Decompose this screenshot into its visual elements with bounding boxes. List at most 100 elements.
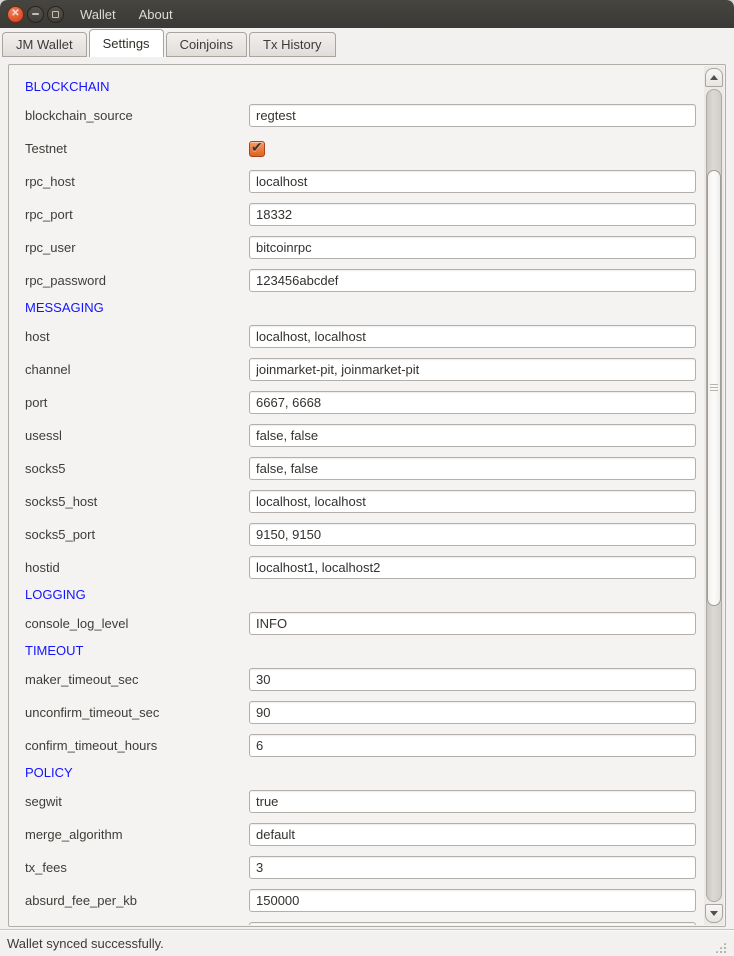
settings-row: socks5 (25, 452, 696, 485)
field-label: hostid (25, 560, 249, 575)
settings-row: tx_fees (25, 851, 696, 884)
rpc-port-input[interactable] (249, 203, 696, 226)
scroll-down-button[interactable] (705, 904, 723, 923)
minimize-button[interactable] (27, 6, 44, 23)
status-bar: Wallet synced successfully. (0, 929, 734, 956)
settings-row: maker_timeout_sec (25, 663, 696, 696)
menubar: Wallet About (80, 7, 173, 22)
field-label: socks5 (25, 461, 249, 476)
field-label: tx_fees (25, 860, 249, 875)
settings-form: BLOCKCHAIN blockchain_source Testnet✔ rpc_h… (10, 66, 704, 925)
field-label: merge_algorithm (25, 827, 249, 842)
socks5-host-input[interactable] (249, 490, 696, 513)
app-window: ✕ Wallet About JM WalletSettingsCoinjoins… (0, 0, 734, 956)
blockchain-source-input[interactable] (249, 104, 696, 127)
settings-row: rpc_port (25, 198, 696, 231)
section-title-timeout: TIMEOUT (25, 642, 696, 660)
settings-row: rpc_host (25, 165, 696, 198)
field-label: segwit (25, 794, 249, 809)
settings-row: channel (25, 353, 696, 386)
check-icon: ✔ (251, 139, 263, 156)
field-label: absurd_fee_per_kb (25, 893, 249, 908)
grip-icon (710, 384, 718, 385)
field-label: unconfirm_timeout_sec (25, 705, 249, 720)
absurd-fee-per-kb-input[interactable] (249, 889, 696, 912)
resize-grip[interactable] (714, 941, 727, 954)
tab-settings[interactable]: Settings (89, 29, 164, 57)
settings-panel: BLOCKCHAIN blockchain_source Testnet✔ rpc_h… (8, 64, 726, 927)
settings-row: socks5_port (25, 518, 696, 551)
field-label: blockchain_source (25, 108, 249, 123)
tab-coinjoins[interactable]: Coinjoins (166, 32, 247, 57)
settings-row: segwit (25, 785, 696, 818)
testnet-checkbox[interactable]: ✔ (249, 141, 265, 157)
segwit-input[interactable] (249, 790, 696, 813)
settings-row: host (25, 320, 696, 353)
field-label: port (25, 395, 249, 410)
menu-about[interactable]: About (139, 7, 173, 22)
settings-row: socks5_host (25, 485, 696, 518)
rpc-user-input[interactable] (249, 236, 696, 259)
channel-input[interactable] (249, 358, 696, 381)
maker-timeout-sec-input[interactable] (249, 668, 696, 691)
settings-row: hostid (25, 551, 696, 584)
close-icon: ✕ (11, 9, 19, 19)
section-title-blockchain: BLOCKCHAIN (25, 78, 696, 96)
settings-row: console_log_level (25, 607, 696, 640)
field-label: usessl (25, 428, 249, 443)
field-label: maker_timeout_sec (25, 672, 249, 687)
tx-fees-input[interactable] (249, 856, 696, 879)
settings-row: Testnet✔ (25, 132, 696, 165)
field-label: rpc_user (25, 240, 249, 255)
section-title-messaging: MESSAGING (25, 299, 696, 317)
settings-row (25, 917, 696, 925)
section-title-logging: LOGGING (25, 586, 696, 604)
socks5-port-input[interactable] (249, 523, 696, 546)
usessl-input[interactable] (249, 424, 696, 447)
settings-row: merge_algorithm (25, 818, 696, 851)
port-input[interactable] (249, 391, 696, 414)
rpc-password-input[interactable] (249, 269, 696, 292)
unconfirm-timeout-sec-input[interactable] (249, 701, 696, 724)
hostid-input[interactable] (249, 556, 696, 579)
scrollbar-track[interactable] (706, 89, 722, 902)
tab-tx-history[interactable]: Tx History (249, 32, 336, 57)
settings-row: rpc_user (25, 231, 696, 264)
arrow-up-icon (710, 75, 718, 80)
settings-row: confirm_timeout_hours (25, 729, 696, 762)
confirm-timeout-hours-input[interactable] (249, 734, 696, 757)
settings-row: blockchain_source (25, 99, 696, 132)
arrow-down-icon (710, 911, 718, 916)
field-label: channel (25, 362, 249, 377)
vertical-scrollbar[interactable] (704, 66, 724, 925)
field-label: socks5_host (25, 494, 249, 509)
console-log-level-input[interactable] (249, 612, 696, 635)
merge-algorithm-input[interactable] (249, 823, 696, 846)
settings-row: rpc_password (25, 264, 696, 297)
maximize-button[interactable] (47, 6, 64, 23)
section-title-policy: POLICY (25, 764, 696, 782)
settings-row: absurd_fee_per_kb (25, 884, 696, 917)
field-label: Testnet (25, 141, 249, 156)
field-label: console_log_level (25, 616, 249, 631)
menu-wallet[interactable]: Wallet (80, 7, 116, 22)
rpc-host-input[interactable] (249, 170, 696, 193)
status-text: Wallet synced successfully. (7, 936, 164, 951)
minimize-icon (32, 13, 39, 15)
host-input[interactable] (249, 325, 696, 348)
tab-jm-wallet[interactable]: JM Wallet (2, 32, 87, 57)
settings-row: port (25, 386, 696, 419)
field-label: rpc_password (25, 273, 249, 288)
field-label: confirm_timeout_hours (25, 738, 249, 753)
titlebar: ✕ Wallet About (0, 0, 734, 28)
partial-field-input[interactable] (249, 922, 696, 925)
scrollbar-thumb[interactable] (707, 170, 721, 606)
scroll-up-button[interactable] (705, 68, 723, 87)
tab-bar: JM WalletSettingsCoinjoinsTx History (0, 28, 734, 57)
close-button[interactable]: ✕ (7, 6, 24, 23)
field-label: rpc_port (25, 207, 249, 222)
socks5-input[interactable] (249, 457, 696, 480)
field-label: rpc_host (25, 174, 249, 189)
field-label: host (25, 329, 249, 344)
field-label: socks5_port (25, 527, 249, 542)
